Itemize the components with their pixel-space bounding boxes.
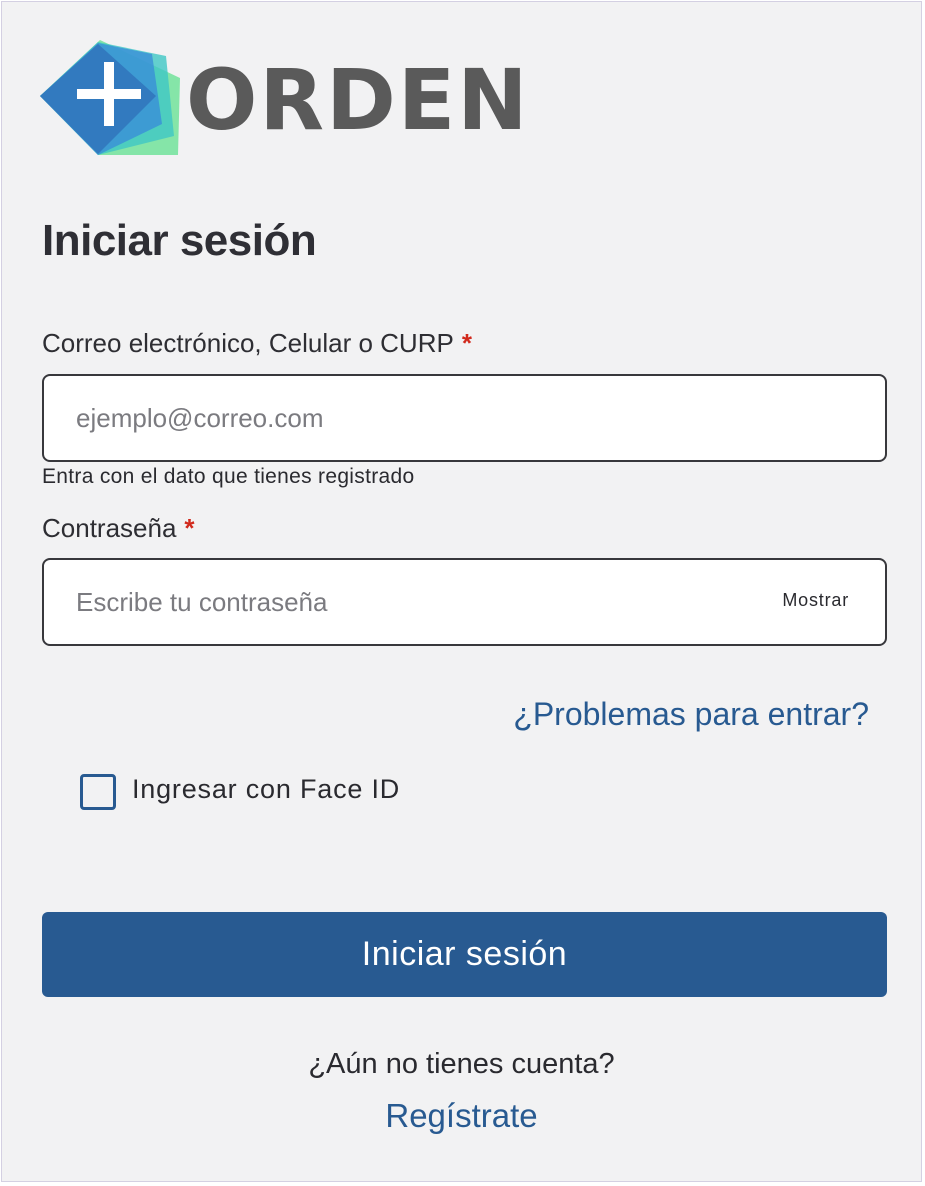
password-label-text: Contraseña <box>42 513 177 543</box>
email-input[interactable] <box>76 376 756 460</box>
email-label-text: Correo electrónico, Celular o CURP <box>42 328 454 358</box>
password-input[interactable] <box>76 560 756 644</box>
required-asterisk: * <box>461 328 472 358</box>
face-id-checkbox[interactable] <box>80 774 116 810</box>
sign-in-button[interactable]: Iniciar sesión <box>42 912 887 997</box>
email-help-text: Entra con el dato que tienes registrado <box>42 465 415 488</box>
no-account-text: ¿Aún no tienes cuenta? <box>308 1048 615 1080</box>
trouble-signing-in-link[interactable]: ¿Problemas para entrar? <box>513 692 869 736</box>
brand-logo: ORDEN <box>40 40 528 160</box>
show-password-toggle[interactable]: Mostrar <box>782 586 849 614</box>
password-field[interactable]: Mostrar <box>42 558 887 646</box>
brand-wordmark: ORDEN <box>186 51 530 149</box>
page-title: Iniciar sesión <box>42 216 317 265</box>
email-label: Correo electrónico, Celular o CURP * <box>42 325 472 361</box>
password-label: Contraseña * <box>42 510 195 546</box>
required-asterisk: * <box>184 513 195 543</box>
register-link[interactable]: Regístrate <box>2 1094 921 1138</box>
login-screen: ORDEN Iniciar sesión Correo electrónico,… <box>1 1 922 1182</box>
email-field[interactable] <box>42 374 887 462</box>
face-id-label[interactable]: Ingresar con Face ID <box>132 770 400 808</box>
plus-squares-icon <box>40 40 180 155</box>
